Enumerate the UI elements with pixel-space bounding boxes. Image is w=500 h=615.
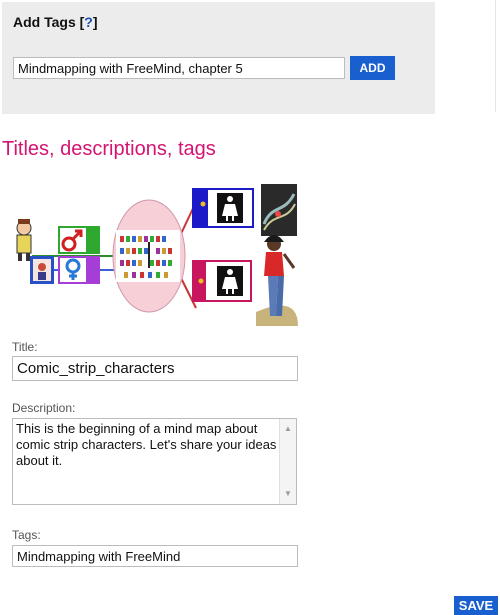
add-tag-button[interactable]: ADD <box>350 56 395 80</box>
scroll-up-icon[interactable]: ▲ <box>284 425 292 433</box>
add-tags-panel: Add Tags [?] ADD <box>2 2 435 114</box>
scroll-down-icon[interactable]: ▼ <box>284 490 292 498</box>
section-heading: Titles, descriptions, tags <box>2 138 216 160</box>
save-button[interactable]: SAVE <box>454 596 498 615</box>
description-textarea[interactable]: This is the beginning of a mind map abou… <box>12 418 297 505</box>
help-link[interactable]: ? <box>84 14 93 30</box>
tags-label: Tags: <box>12 528 41 542</box>
add-tags-title: Add Tags [?] <box>13 14 98 30</box>
description-label: Description: <box>12 401 76 415</box>
add-tag-input[interactable] <box>13 57 345 79</box>
description-text: This is the beginning of a mind map abou… <box>16 421 277 468</box>
description-scrollbar[interactable]: ▲ ▼ <box>279 419 296 504</box>
tags-input[interactable] <box>12 545 298 567</box>
divider <box>495 0 496 112</box>
mind-map-image <box>12 184 298 326</box>
title-label: Title: <box>12 340 38 354</box>
title-input[interactable] <box>12 356 298 381</box>
